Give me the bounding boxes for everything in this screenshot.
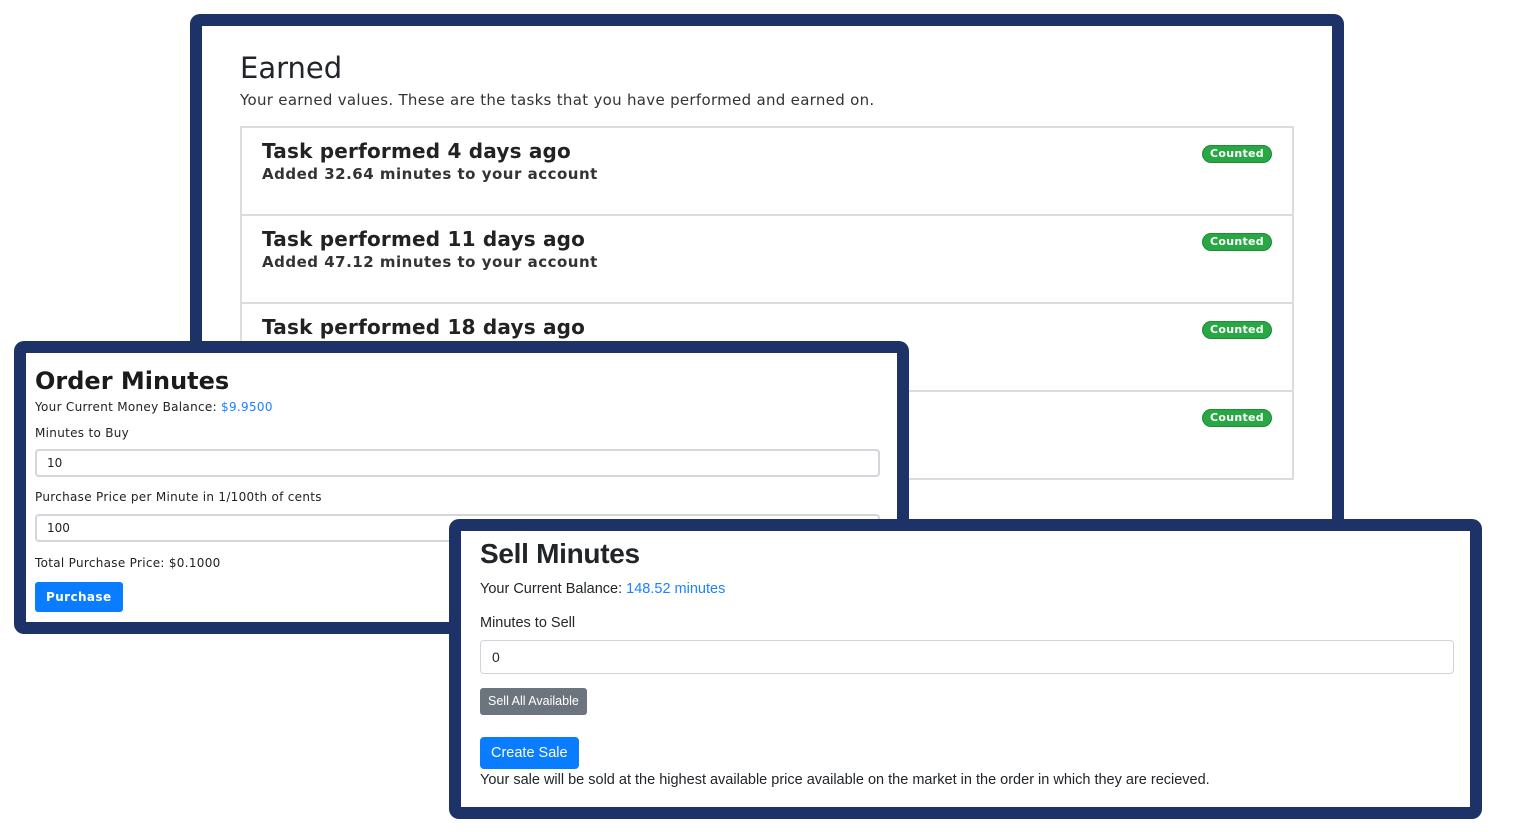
create-sale-button[interactable]: Create Sale <box>480 737 579 769</box>
sell-all-available-button[interactable]: Sell All Available <box>480 688 587 715</box>
task-list-item: Task performed 4 days ago Added 32.64 mi… <box>242 128 1292 216</box>
counted-badge: Counted <box>1202 145 1272 163</box>
counted-badge: Counted <box>1202 233 1272 251</box>
counted-badge: Counted <box>1202 321 1272 339</box>
price-per-minute-label: Purchase Price per Minute in 1/100th of … <box>35 490 322 504</box>
task-detail: Added 47.12 minutes to your account <box>262 253 598 271</box>
minutes-balance-line: Your Current Balance: 148.52 minutes <box>480 581 1452 597</box>
earned-subtitle: Your earned values. These are the tasks … <box>240 91 875 109</box>
order-title: Order Minutes <box>35 367 230 395</box>
task-detail: Added 32.64 minutes to your account <box>262 165 598 183</box>
minutes-balance-label: Your Current Balance: <box>480 581 627 597</box>
sell-minutes-panel: Sell Minutes Your Current Balance: 148.5… <box>449 519 1482 819</box>
task-title: Task performed 4 days ago <box>262 139 571 163</box>
purchase-button[interactable]: Purchase <box>35 582 123 612</box>
money-balance-value: $9.9500 <box>221 400 273 414</box>
minutes-to-sell-input[interactable] <box>480 640 1454 674</box>
task-title: Task performed 11 days ago <box>262 227 586 251</box>
counted-badge: Counted <box>1202 409 1272 427</box>
minutes-balance-value: 148.52 minutes <box>626 581 726 597</box>
minutes-to-buy-input[interactable] <box>35 449 880 477</box>
sale-note: Your sale will be sold at the highest av… <box>480 772 1210 788</box>
sell-title: Sell Minutes <box>480 538 640 569</box>
earned-title: Earned <box>240 51 343 85</box>
minutes-to-sell-label: Minutes to Sell <box>480 615 576 631</box>
task-title: Task performed 18 days ago <box>262 315 586 339</box>
minutes-to-buy-label: Minutes to Buy <box>35 426 130 440</box>
money-balance-line: Your Current Money Balance: $9.9500 <box>35 400 880 414</box>
task-list-item: Task performed 11 days ago Added 47.12 m… <box>242 216 1292 304</box>
money-balance-label: Your Current Money Balance: <box>35 400 222 414</box>
